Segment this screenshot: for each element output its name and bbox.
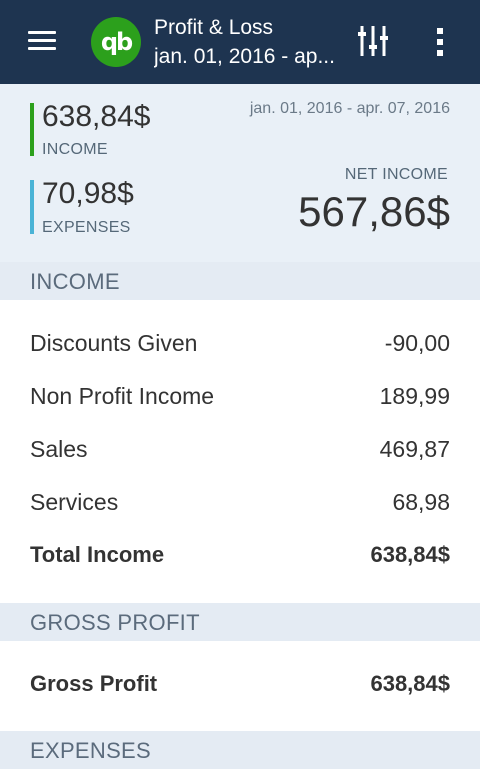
expenses-indicator-bar xyxy=(30,180,34,234)
page-subtitle: jan. 01, 2016 - ap... xyxy=(154,45,335,68)
row-label: Gross Profit xyxy=(30,671,158,696)
row-value: 469,87 xyxy=(379,436,450,462)
net-income-label: NET INCOME xyxy=(344,166,448,183)
row-label: Total Income xyxy=(30,542,165,567)
quickbooks-logo: qb xyxy=(91,17,141,67)
expenses-label: EXPENSES xyxy=(42,219,131,236)
income-row-non-profit-income[interactable]: Non Profit Income 189,99 xyxy=(30,383,450,413)
row-value: 638,84$ xyxy=(370,542,450,567)
income-row-discounts-given[interactable]: Discounts Given -90,00 xyxy=(30,330,450,360)
income-row-sales[interactable]: Sales 469,87 xyxy=(30,436,450,466)
row-value: -90,00 xyxy=(384,330,450,356)
row-label: Sales xyxy=(30,436,88,462)
row-label: Services xyxy=(30,489,119,515)
expenses-section-header: EXPENSES xyxy=(0,731,480,769)
section-title: EXPENSES xyxy=(30,738,152,763)
income-label: INCOME xyxy=(42,141,108,158)
section-title: INCOME xyxy=(30,269,120,294)
income-total-value: 638,84$ xyxy=(42,100,151,133)
app-bar: qb Profit & Loss jan. 01, 2016 - ap... xyxy=(0,0,480,84)
income-row-services[interactable]: Services 68,98 xyxy=(30,489,450,519)
gross-profit-row: Gross Profit 638,84$ xyxy=(30,671,450,701)
more-vert-icon[interactable] xyxy=(436,28,444,56)
section-title: GROSS PROFIT xyxy=(30,610,200,635)
total-income-row: Total Income 638,84$ xyxy=(30,542,450,572)
income-section-header: INCOME xyxy=(0,262,480,300)
net-income-value: 567,86$ xyxy=(298,188,450,235)
page-title: Profit & Loss xyxy=(154,16,274,39)
row-label: Discounts Given xyxy=(30,330,198,356)
row-label: Non Profit Income xyxy=(30,383,215,409)
row-value: 189,99 xyxy=(379,383,450,409)
gross-profit-section-header: GROSS PROFIT xyxy=(0,603,480,641)
row-value: 68,98 xyxy=(392,489,450,515)
income-indicator-bar xyxy=(30,103,34,156)
filter-icon[interactable] xyxy=(358,24,388,58)
expenses-total-value: 70,98$ xyxy=(42,177,134,210)
row-value: 638,84$ xyxy=(370,671,450,696)
menu-icon[interactable] xyxy=(28,31,56,51)
date-range: jan. 01, 2016 - apr. 07, 2016 xyxy=(249,100,450,117)
